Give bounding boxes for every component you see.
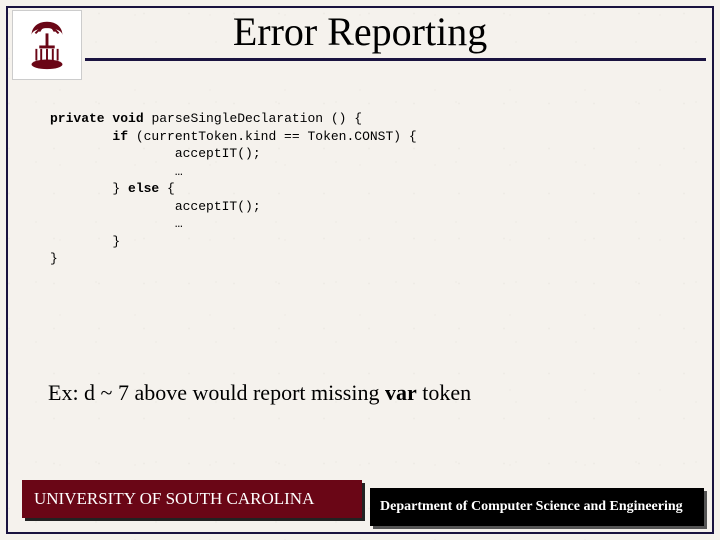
footer-university: UNIVERSITY OF SOUTH CAROLINA bbox=[22, 480, 362, 518]
kw-if: if bbox=[112, 129, 128, 144]
code-close-outer: } bbox=[50, 251, 58, 266]
code-cond: (currentToken.kind == Token.CONST) { bbox=[128, 129, 417, 144]
code-accept1: acceptIT(); bbox=[175, 146, 261, 161]
footer-left-text: UNIVERSITY OF SOUTH CAROLINA bbox=[34, 489, 314, 509]
code-sig: parseSingleDeclaration () { bbox=[144, 111, 362, 126]
title-rule bbox=[85, 58, 706, 61]
slide-border bbox=[6, 6, 714, 534]
example-prefix: Ex: d ~ 7 above would report missing bbox=[48, 380, 385, 405]
code-close-else: } bbox=[112, 181, 128, 196]
slide-title: Error Reporting bbox=[0, 8, 720, 55]
example-text: Ex: d ~ 7 above would report missing var… bbox=[48, 380, 471, 406]
code-block: private void parseSingleDeclaration () {… bbox=[50, 110, 417, 268]
code-accept2: acceptIT(); bbox=[175, 199, 261, 214]
code-close-inner: } bbox=[112, 234, 120, 249]
footer-department: Department of Computer Science and Engin… bbox=[370, 488, 704, 526]
footer-right-text: Department of Computer Science and Engin… bbox=[380, 499, 683, 515]
example-suffix: token bbox=[417, 380, 471, 405]
kw-else: else bbox=[128, 181, 159, 196]
example-bold: var bbox=[385, 380, 417, 405]
code-else-open: { bbox=[159, 181, 175, 196]
code-ellipsis1: … bbox=[175, 164, 183, 179]
code-ellipsis2: … bbox=[175, 216, 183, 231]
kw-private: private bbox=[50, 111, 105, 126]
kw-void: void bbox=[112, 111, 143, 126]
